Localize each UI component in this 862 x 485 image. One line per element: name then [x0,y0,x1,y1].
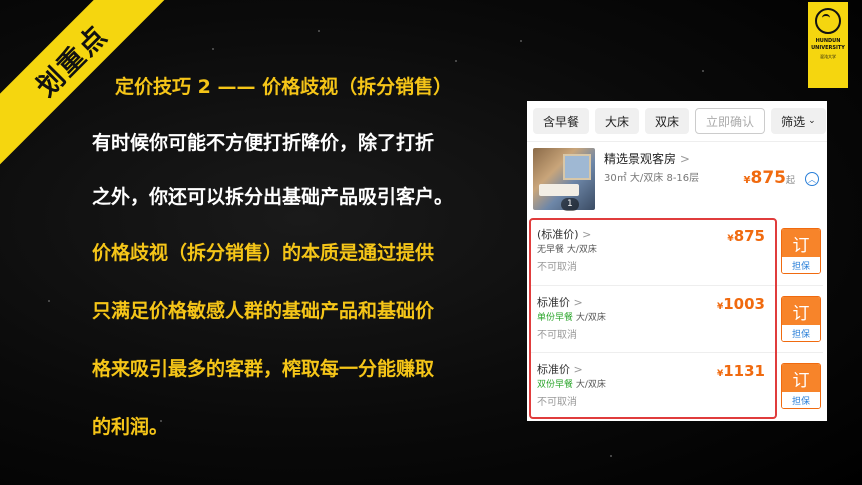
book-button[interactable]: 订 担保 [781,228,821,274]
guarantee-label: 担保 [782,257,820,273]
filter-king-bed[interactable]: 大床 [595,108,640,134]
room-price-value: 875 [750,168,786,188]
room-name: 精选景观客房 > [604,150,690,167]
filter-more-label: 筛选 [781,114,806,129]
rate-name-text: 标准价 [537,363,570,376]
logo-line-1: HUNDUN [815,38,841,44]
room-photo[interactable]: 1 [533,148,595,211]
slide-title: 定价技巧 2 —— 价格歧视（拆分销售） [115,76,453,98]
rate-row[interactable]: (标准价) > 无早餐 大/双床 不可取消 ¥875 订 担保 [531,218,823,284]
rate-price-value: 1131 [723,362,765,380]
filter-instant-confirm[interactable]: 立即确认 [695,108,766,134]
cancel-policy: 不可取消 [537,397,577,408]
room-name-text: 精选景观客房 [604,152,677,166]
ribbon-label: 划重点 [30,19,114,103]
chevron-down-icon: ⌄ [808,116,816,126]
rate-name-text: 标准价 [537,296,570,309]
paragraph-line: 只满足价格敏感人群的基础产品和基础价 [92,300,435,322]
chevron-right-icon: > [573,363,583,376]
paragraph-line: 格来吸引最多的客群，榨取每一分能赚取 [92,358,435,380]
rate-row[interactable]: 标准价 > 单份早餐 大/双床 不可取消 ¥1003 订 担保 [531,285,823,351]
collapse-chevron-icon[interactable]: ︿ [805,172,819,186]
paragraph-line: 之外，你还可以拆分出基础产品吸引客户。 [92,186,454,208]
book-label: 订 [782,297,820,325]
rate-price-value: 875 [733,227,765,245]
photo-count-badge: 1 [561,198,579,211]
filter-bar: 含早餐 大床 双床 立即确认 筛选 ⌄ [527,101,827,141]
guarantee-label: 担保 [782,325,820,341]
filter-more-button[interactable]: 筛选 ⌄ [771,108,826,134]
rate-name: 标准价 > [537,294,583,310]
room-card[interactable]: 1 精选景观客房 > 30㎡ 大/双床 8-16层 ¥875起 ︿ [527,141,827,216]
book-button[interactable]: 订 担保 [781,296,821,342]
rate-meal-bed: 无早餐 大/双床 [537,242,597,255]
background-speck [318,30,320,32]
room-spec: 30㎡ 大/双床 8-16层 [604,173,700,184]
logo-line-2: UNIVERSITY [811,45,845,51]
rate-price: ¥875 [727,227,765,245]
bed-info: 大/双床 [566,245,597,255]
logo-line-3: 混沌大学 [820,54,836,59]
price-suffix: 起 [785,176,795,186]
filter-twin-bed[interactable]: 双床 [645,108,690,134]
cancel-policy: 不可取消 [537,330,577,341]
paragraph-line: 的利润。 [92,416,169,438]
background-speck [455,60,457,62]
room-price: ¥875起 [744,168,795,188]
background-speck [702,70,704,72]
cancel-policy: 不可取消 [537,262,577,273]
rate-row[interactable]: 标准价 > 双份早餐 大/双床 不可取消 ¥1131 订 担保 [531,352,823,418]
background-speck [212,48,214,50]
paragraph-line: 有时候你可能不方便打折降价，除了打折 [92,132,435,154]
rate-name: 标准价 > [537,361,583,377]
hotel-booking-screenshot: 含早餐 大床 双床 立即确认 筛选 ⌄ 1 精选景观客房 > 30㎡ 大/双床 … [527,101,827,421]
rate-meal-bed: 单份早餐 大/双床 [537,310,606,323]
room-photo-bed [539,184,579,196]
chevron-right-icon: > [582,228,592,241]
meal-info: 无早餐 [537,245,565,255]
chevron-right-icon: > [573,296,583,309]
rate-name-text: (标准价) [537,228,579,241]
rate-meal-bed: 双份早餐 大/双床 [537,377,606,390]
book-button[interactable]: 订 担保 [781,363,821,409]
bed-info: 大/双床 [575,380,606,390]
book-label: 订 [782,364,820,392]
paragraph-essence: 价格歧视（拆分销售）的本质是通过提供 只满足价格敏感人群的基础产品和基础价 格来… [92,224,492,456]
background-speck [520,40,522,42]
filter-breakfast[interactable]: 含早餐 [533,108,590,134]
rate-price-value: 1003 [723,295,765,313]
logo-mark-icon [815,8,841,34]
meal-info: 双份早餐 [537,380,574,390]
bed-info: 大/双床 [575,313,606,323]
book-label: 订 [782,229,820,257]
room-photo-window [563,154,591,180]
chevron-right-icon: > [679,152,690,166]
paragraph-intro: 有时候你可能不方便打折降价，除了打折 之外，你还可以拆分出基础产品吸引客户。 [92,116,492,224]
logo-text: HUNDUN UNIVERSITY [811,38,845,52]
rate-price: ¥1131 [717,362,765,380]
hundun-logo: HUNDUN UNIVERSITY 混沌大学 [808,2,848,88]
meal-info: 单份早餐 [537,313,574,323]
paragraph-line: 价格歧视（拆分销售）的本质是通过提供 [92,242,435,264]
guarantee-label: 担保 [782,392,820,408]
background-speck [48,300,50,302]
background-speck [610,455,612,457]
rate-name: (标准价) > [537,226,591,242]
rate-price: ¥1003 [717,295,765,313]
